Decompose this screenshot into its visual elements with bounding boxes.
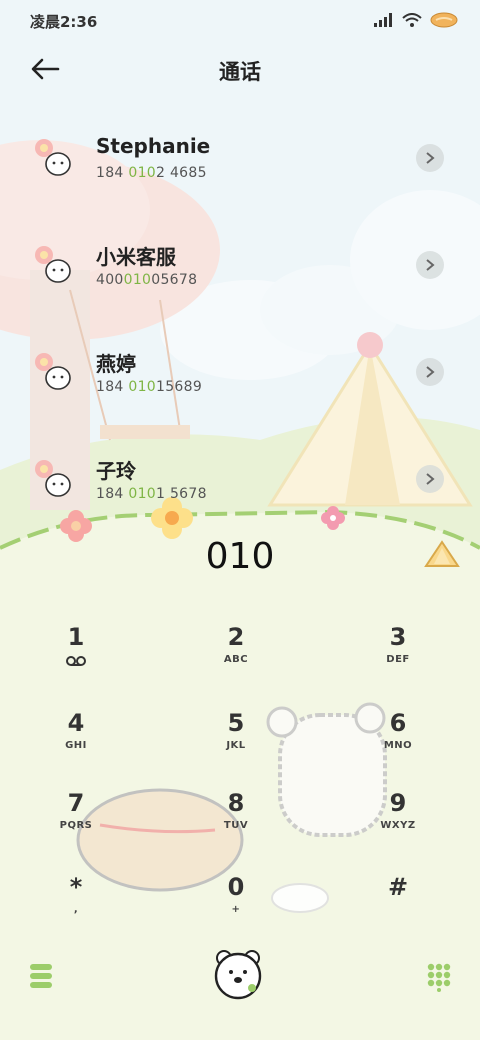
contact-detail-button[interactable]	[416, 144, 444, 172]
chevron-right-icon	[426, 152, 435, 164]
key-2[interactable]: 2 ABC	[186, 622, 286, 692]
status-bar: 凌晨2:36	[0, 0, 480, 42]
chevron-right-icon	[426, 366, 435, 378]
bear-avatar-icon	[35, 139, 71, 176]
menu-icon[interactable]	[28, 962, 54, 990]
key-star[interactable]: * ,	[26, 872, 126, 942]
contact-number: 40001005678	[96, 272, 198, 288]
contact-name: 小米客服	[96, 245, 176, 269]
contact-number: 184 0102 4685	[96, 165, 207, 181]
bear-avatar-icon	[35, 246, 71, 283]
dialpad-grid-icon[interactable]	[426, 962, 452, 992]
contact-row[interactable]: 子玲 184 0101 5678	[0, 441, 480, 548]
flower-delete-icon[interactable]	[422, 538, 462, 572]
contact-name: 燕婷	[96, 352, 136, 376]
contact-row[interactable]: 小米客服 40001005678	[0, 227, 480, 334]
key-3[interactable]: 3 DEF	[348, 622, 448, 692]
bear-avatar-icon	[35, 353, 71, 390]
key-8[interactable]: 8 TUV	[186, 788, 286, 858]
key-7[interactable]: 7 PQRS	[26, 788, 126, 858]
contact-number: 184 0101 5678	[96, 486, 207, 502]
contact-list: Stephanie 184 0102 4685 小米客服 40001005678…	[0, 120, 480, 548]
bottom-controls	[0, 942, 480, 1012]
key-0[interactable]: 0 +	[186, 872, 286, 942]
contact-detail-button[interactable]	[416, 465, 444, 493]
contact-number: 184 01015689	[96, 379, 203, 395]
bear-avatar-icon	[35, 460, 71, 497]
key-5[interactable]: 5 JKL	[186, 708, 286, 778]
contact-row[interactable]: Stephanie 184 0102 4685	[0, 120, 480, 227]
chevron-right-icon	[426, 259, 435, 271]
contact-name: Stephanie	[96, 134, 211, 158]
contact-name: 子玲	[96, 459, 136, 483]
page-title: 通话	[219, 60, 261, 84]
chevron-right-icon	[426, 473, 435, 485]
status-time: 凌晨2:36	[30, 13, 98, 31]
key-hash[interactable]: #	[348, 872, 448, 942]
key-6[interactable]: 6 MNO	[348, 708, 448, 778]
contact-detail-button[interactable]	[416, 358, 444, 386]
key-9[interactable]: 9 WXYZ	[348, 788, 448, 858]
dialed-number-display[interactable]: 010	[0, 536, 480, 577]
contact-detail-button[interactable]	[416, 251, 444, 279]
key-4[interactable]: 4 GHI	[26, 708, 126, 778]
wifi-icon	[402, 13, 422, 27]
contact-row[interactable]: 燕婷 184 01015689	[0, 334, 480, 441]
call-bear-icon[interactable]	[210, 944, 266, 1004]
battery-icon	[430, 12, 458, 28]
header: 通话	[0, 46, 480, 94]
voicemail-icon	[66, 656, 86, 666]
signal-icon	[374, 13, 392, 27]
key-1[interactable]: 1	[26, 622, 126, 692]
